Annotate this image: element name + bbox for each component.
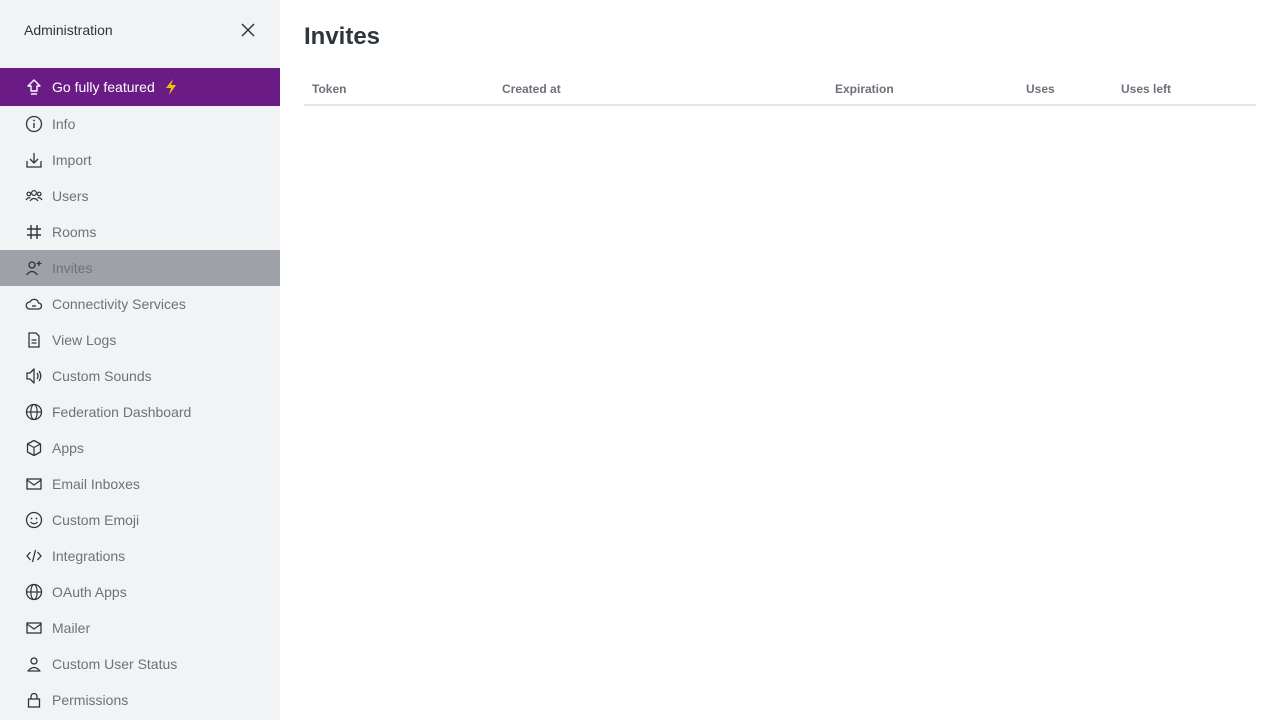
sidebar-item-label: OAuth Apps <box>52 584 127 600</box>
sidebar-title: Administration <box>24 22 113 38</box>
users-icon <box>24 186 44 206</box>
admin-sidebar: Administration Go fully featured Info Im… <box>0 0 280 720</box>
document-icon <box>24 330 44 350</box>
table-header: Token Created at Expiration Uses Uses le… <box>304 74 1256 106</box>
sidebar-item-label: Apps <box>52 440 84 456</box>
sidebar-item-label: Go fully featured <box>52 79 155 95</box>
sidebar-item-label: Mailer <box>52 620 91 636</box>
cube-icon <box>24 438 44 458</box>
sidebar-item-import[interactable]: Import <box>0 142 280 178</box>
hashtag-icon <box>24 222 44 242</box>
sidebar-item-label: View Logs <box>52 332 117 348</box>
sidebar-item-label: Info <box>52 116 76 132</box>
invites-table: Token Created at Expiration Uses Uses le… <box>304 74 1256 106</box>
sidebar-item-label: Rooms <box>52 224 97 240</box>
sidebar-item-label: Email Inboxes <box>52 476 140 492</box>
sidebar-item-invites[interactable]: Invites <box>0 250 280 286</box>
code-icon <box>24 546 44 566</box>
emoji-icon <box>24 510 44 530</box>
sidebar-item-rooms[interactable]: Rooms <box>0 214 280 250</box>
sidebar-item-connectivity-services[interactable]: Connectivity Services <box>0 286 280 322</box>
sidebar-item-custom-emoji[interactable]: Custom Emoji <box>0 502 280 538</box>
sidebar-item-view-logs[interactable]: View Logs <box>0 322 280 358</box>
import-icon <box>24 150 44 170</box>
sidebar-nav: Go fully featured Info Import Users Room… <box>0 68 280 718</box>
sidebar-item-oauth-apps[interactable]: OAuth Apps <box>0 574 280 610</box>
sidebar-item-label: Custom User Status <box>52 656 178 672</box>
mail-icon <box>24 618 44 638</box>
sidebar-item-email-inboxes[interactable]: Email Inboxes <box>0 466 280 502</box>
sidebar-item-federation-dashboard[interactable]: Federation Dashboard <box>0 394 280 430</box>
speaker-icon <box>24 366 44 386</box>
sidebar-item-apps[interactable]: Apps <box>0 430 280 466</box>
sidebar-item-info[interactable]: Info <box>0 106 280 142</box>
sidebar-item-custom-sounds[interactable]: Custom Sounds <box>0 358 280 394</box>
sidebar-item-label: Federation Dashboard <box>52 404 192 420</box>
user-plus-icon <box>24 258 44 278</box>
sidebar-item-label: Custom Emoji <box>52 512 140 528</box>
lock-icon <box>24 690 44 710</box>
sidebar-item-label: Integrations <box>52 548 126 564</box>
cloud-icon <box>24 294 44 314</box>
info-icon <box>24 114 44 134</box>
sidebar-item-go-fully-featured[interactable]: Go fully featured <box>0 68 280 106</box>
sidebar-item-label: Connectivity Services <box>52 296 186 312</box>
sidebar-item-users[interactable]: Users <box>0 178 280 214</box>
sidebar-item-label: Custom Sounds <box>52 368 152 384</box>
column-header-uses-left[interactable]: Uses left <box>1113 82 1256 96</box>
mail-icon <box>24 474 44 494</box>
app-root: Administration Go fully featured Info Im… <box>0 0 1280 720</box>
sidebar-item-integrations[interactable]: Integrations <box>0 538 280 574</box>
sidebar-header: Administration <box>0 0 280 60</box>
column-header-created-at[interactable]: Created at <box>494 82 827 96</box>
sidebar-item-label: Invites <box>52 260 93 276</box>
sidebar-item-permissions[interactable]: Permissions <box>0 682 280 718</box>
sidebar-item-mailer[interactable]: Mailer <box>0 610 280 646</box>
globe-icon <box>24 582 44 602</box>
main-content: Invites Token Created at Expiration Uses… <box>280 0 1280 720</box>
arrow-up-icon <box>24 77 44 97</box>
sidebar-item-label: Permissions <box>52 692 129 708</box>
page-title: Invites <box>304 23 381 50</box>
column-header-token[interactable]: Token <box>304 82 494 96</box>
column-header-uses[interactable]: Uses <box>1018 82 1113 96</box>
close-sidebar-button[interactable] <box>236 18 260 42</box>
sidebar-item-label: Users <box>52 188 89 204</box>
close-icon <box>241 23 255 37</box>
sidebar-item-custom-user-status[interactable]: Custom User Status <box>0 646 280 682</box>
lightning-icon <box>163 78 179 96</box>
column-header-expiration[interactable]: Expiration <box>827 82 1018 96</box>
sidebar-item-label: Import <box>52 152 92 168</box>
user-icon <box>24 654 44 674</box>
globe-icon <box>24 402 44 422</box>
